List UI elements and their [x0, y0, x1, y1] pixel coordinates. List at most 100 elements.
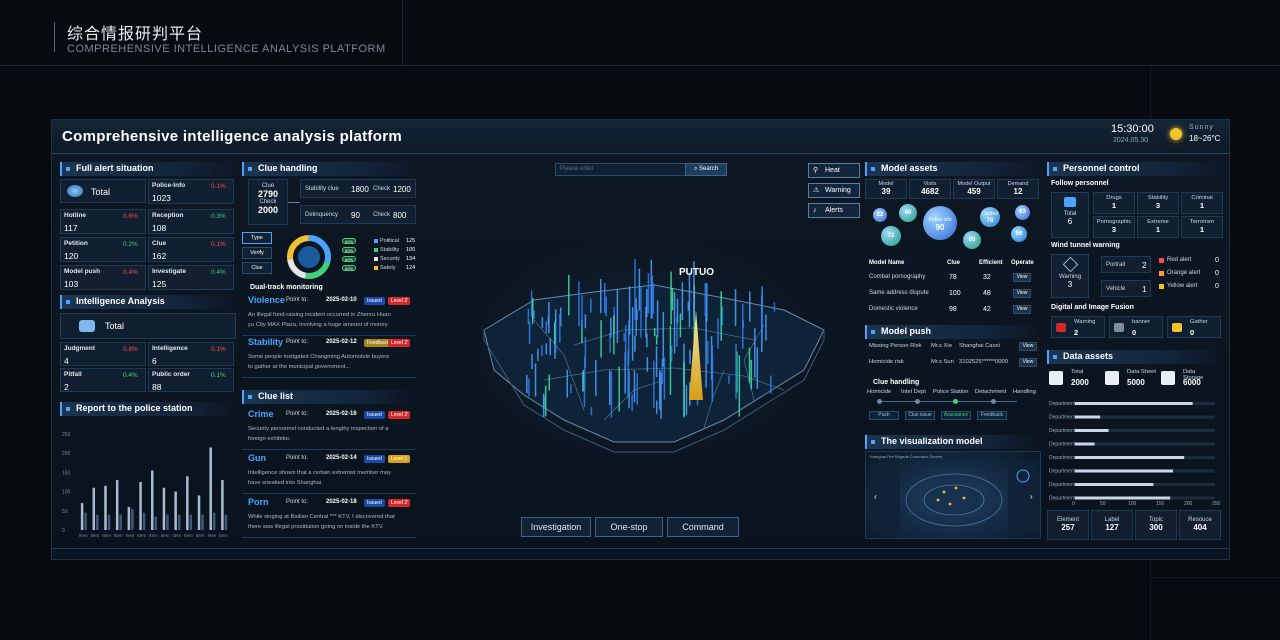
x-tick: 0: [1072, 501, 1075, 506]
personnel-category: Stability 3: [1137, 192, 1179, 214]
clue-tab-type[interactable]: Type: [242, 232, 272, 244]
incident-title: Violence: [248, 295, 285, 305]
alerts-button[interactable]: ♪ Alerts: [808, 203, 860, 218]
search-input[interactable]: Please enter: [555, 163, 689, 176]
map-spike: [749, 291, 751, 322]
pct-pill: 60%: [342, 247, 356, 253]
one-stop-button[interactable]: One-stop: [595, 517, 663, 537]
map-spike: [610, 371, 613, 418]
search-button[interactable]: ⌕ Search: [685, 163, 727, 176]
check-label: Check: [373, 186, 391, 192]
stat-value: 1023: [152, 193, 171, 203]
incident-text: there was illegal prostitution going on …: [248, 524, 384, 530]
view-button[interactable]: View: [1013, 289, 1031, 298]
page-title-cn: 综合情报研判平台: [67, 24, 204, 43]
stat-pct: 0.1%: [211, 241, 226, 248]
alert-level-label: Orange alert: [1167, 270, 1201, 276]
clue-tab-clue[interactable]: Clue: [242, 262, 272, 274]
total-value: 6: [1067, 217, 1073, 226]
map-area: Please enter ⌕ Search PUTUO Investigatio…: [424, 160, 864, 556]
model-bubble: Police info 90: [923, 206, 957, 240]
map-spike: [754, 328, 756, 379]
bar: [174, 491, 177, 530]
bar: [189, 514, 193, 530]
chip-clue-issue[interactable]: Clue issue: [905, 411, 935, 420]
dept-label: Department: [1049, 482, 1076, 488]
map-spike: [527, 308, 530, 325]
cluelist-panel: Clue list Crime Point to: 2025-02-16 Issued…: [242, 390, 416, 538]
map-spike: [605, 296, 607, 317]
map-spike: [627, 350, 629, 399]
dual-track-item[interactable]: Violence Point to: 2025-02-10 Issued Level 2…: [242, 292, 416, 336]
dept-label: Department: [1049, 401, 1076, 407]
category-value: 1: [1199, 225, 1205, 234]
category-value: 3: [1111, 225, 1117, 234]
map-spike: [646, 333, 648, 348]
incident-title: Porn: [248, 497, 269, 507]
x-tick: Item: [114, 533, 123, 538]
clue-handling-title: Clue handling: [873, 379, 920, 386]
incident-date: 2025-02-12: [326, 339, 357, 345]
dual-track-item[interactable]: Stability Point to: 2025-02-12 Feedback Leve…: [242, 334, 416, 378]
map-spike: [533, 310, 535, 319]
model-bubble: 22: [873, 208, 887, 222]
bar: [201, 514, 204, 530]
intel-total: Total: [60, 313, 236, 339]
command-button[interactable]: Command: [667, 517, 739, 537]
clock-time: 15:30:00: [1111, 123, 1154, 135]
chip-feedback[interactable]: Feedback: [977, 411, 1007, 420]
stat-label: Pitfall: [64, 371, 82, 378]
map-spike: [761, 286, 763, 311]
x-tick: Item: [91, 533, 100, 538]
bar: [166, 514, 169, 530]
incident-text: to gather at the municipal government...: [248, 364, 351, 370]
map-spike: [584, 356, 586, 390]
map-spike: [623, 333, 625, 342]
map-spike: [559, 313, 561, 343]
dept-bar: [1075, 402, 1193, 405]
investigation-button[interactable]: Investigation: [521, 517, 591, 537]
view-button[interactable]: View: [1019, 358, 1037, 367]
incident-text: yu City MAX Plaza, involving a huge amou…: [248, 322, 389, 328]
model-stat: Model 39: [865, 179, 907, 199]
model-bubble: Control 78: [980, 207, 1000, 227]
warning-button[interactable]: ⚠ Warning: [808, 183, 860, 198]
clue-tab-verify[interactable]: Verify: [242, 247, 272, 259]
asset-icon: [1049, 371, 1063, 385]
map-spike: [570, 384, 572, 393]
personnel-category: Criminal 1: [1181, 192, 1223, 214]
fusion-item: Gather 0: [1167, 316, 1221, 338]
clue-list-item[interactable]: Crime Point to: 2025-02-16 Issued Level 2 ⌖ Se…: [242, 406, 416, 450]
view-button[interactable]: View: [1019, 342, 1037, 351]
target-icon: ⌖: [405, 455, 409, 461]
heat-button[interactable]: ⚲ Heat: [808, 163, 860, 178]
model-name: Domestic violence: [869, 306, 918, 312]
stat-pct: 0.1%: [211, 372, 226, 379]
point-label: Point to:: [286, 499, 309, 505]
delinquency-clue: Delinquency 90 Check 800: [300, 205, 416, 224]
dept-bar: [1075, 496, 1171, 500]
dept-label: Department: [1049, 455, 1076, 461]
stat-value: 88: [152, 382, 162, 392]
clue-list-item[interactable]: Porn Point to: 2025-02-18 Issued Level 2 ⌖ Whi…: [242, 494, 416, 538]
vis-preview[interactable]: Shanghai Fire Brigade Command Screen ‹ ›: [865, 451, 1041, 539]
stability-clue: Stability clue 1800 Check 1200: [300, 179, 416, 198]
dept-label: Department: [1049, 469, 1076, 475]
bar: [127, 506, 131, 530]
chip-push[interactable]: Push: [869, 411, 899, 420]
clue-list-item[interactable]: Gun Point to: 2025-02-14 Issued Level 3 ⌖ Inte…: [242, 450, 416, 494]
heat-icon: ⚲: [813, 167, 819, 174]
stat-pct: 0.4%: [211, 269, 226, 276]
map-spike: [541, 317, 544, 328]
divider: [402, 0, 403, 66]
stat-label: Petition: [64, 240, 88, 247]
push-location: Shanghai Caoxi: [959, 343, 1000, 349]
model-eff: 48: [983, 290, 991, 297]
chip-assistance[interactable]: Assistance: [941, 411, 971, 420]
x-tick: Item: [196, 533, 205, 538]
view-button[interactable]: View: [1013, 273, 1031, 282]
target-icon: ⌖: [405, 411, 409, 417]
map-spike: [748, 347, 751, 383]
view-button[interactable]: View: [1013, 305, 1031, 314]
table-header: Model Name: [869, 260, 905, 266]
